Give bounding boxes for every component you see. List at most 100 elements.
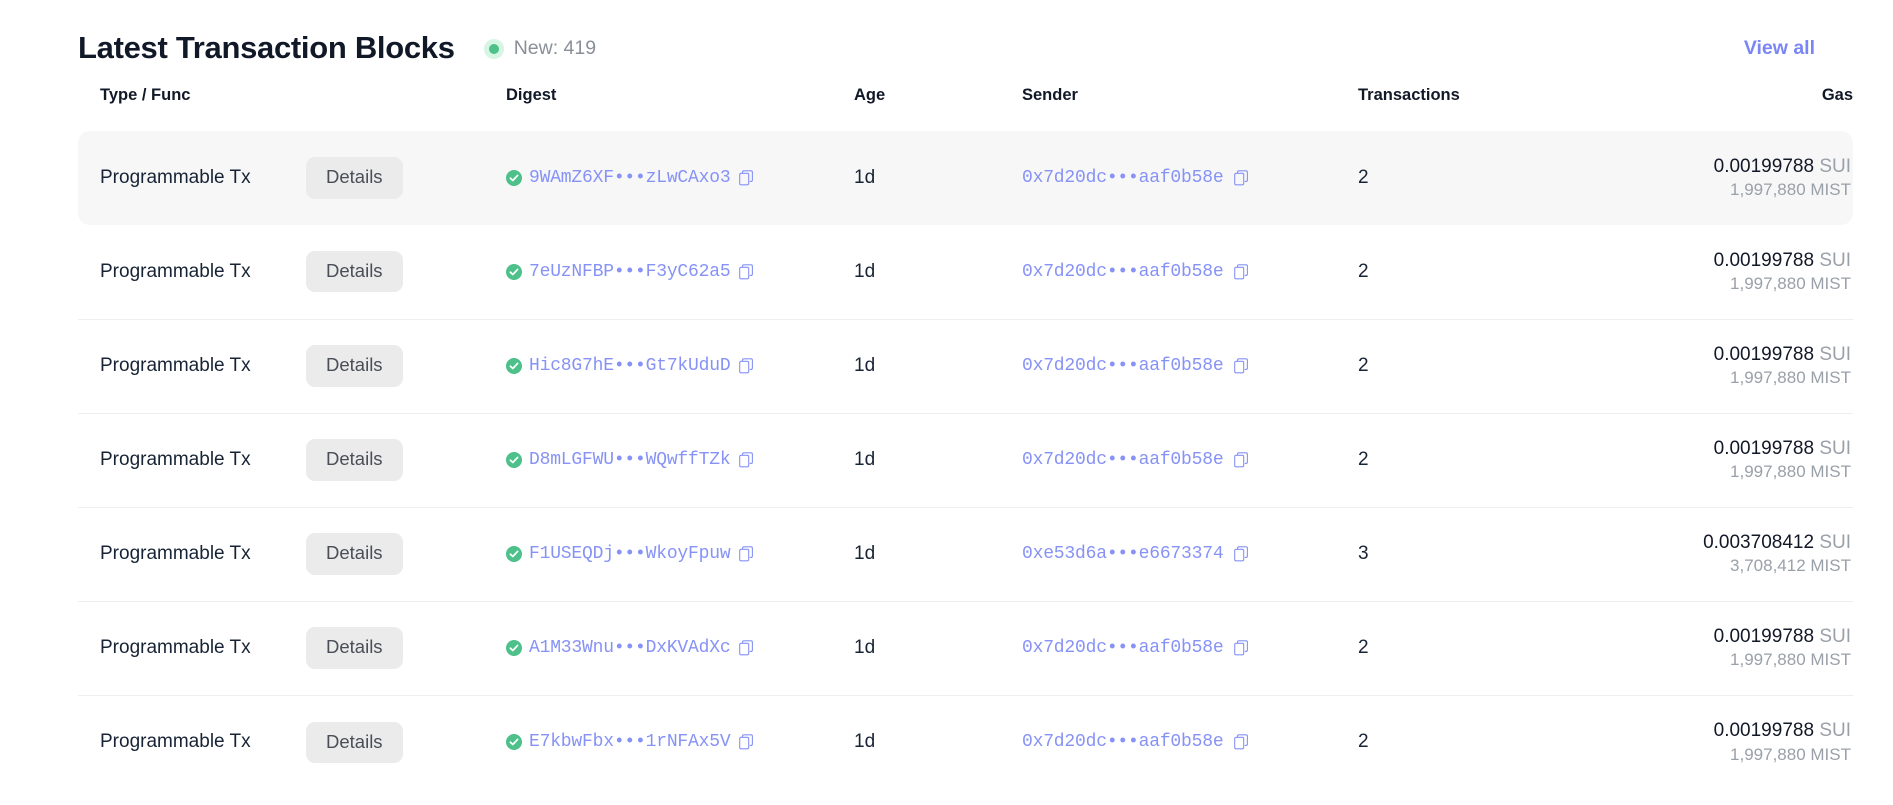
copy-icon[interactable] xyxy=(1232,264,1249,280)
cell-gas: 0.00199788 SUI 1,997,880 MIST xyxy=(1598,694,1853,789)
digest-link[interactable]: D8mLGFWU•••WQwffTZk xyxy=(529,450,731,470)
cell-gas: 0.00199788 SUI 1,997,880 MIST xyxy=(1598,131,1853,225)
details-button[interactable]: Details xyxy=(306,157,403,199)
age-label: 1d xyxy=(854,167,876,188)
details-button[interactable]: Details xyxy=(306,439,403,481)
details-button[interactable]: Details xyxy=(306,721,403,763)
transactions-count: 2 xyxy=(1358,355,1369,376)
transactions-count: 2 xyxy=(1358,731,1369,753)
cell-digest: 9WAmZ6XF•••zLwCAxo3 xyxy=(506,131,854,225)
cell-type: Programmable Tx Details xyxy=(78,412,506,507)
gas-mist-amount: 3,708,412 MIST xyxy=(1730,556,1851,576)
cell-age: 1d xyxy=(854,600,1022,695)
copy-icon[interactable] xyxy=(737,640,754,656)
copy-icon[interactable] xyxy=(1232,358,1249,374)
transaction-type-label: Programmable Tx xyxy=(100,543,251,564)
gas-amount: 0.00199788 xyxy=(1713,156,1815,178)
gas-amount: 0.00199788 xyxy=(1713,249,1815,271)
age-label: 1d xyxy=(854,731,876,753)
details-button[interactable]: Details xyxy=(306,251,403,293)
check-circle-icon xyxy=(506,452,522,468)
check-circle-icon xyxy=(506,640,522,656)
table-body: Programmable Tx Details 9WAmZ6XF•••zLwCAxo… xyxy=(78,131,1853,789)
cell-type: Programmable Tx Details xyxy=(78,318,506,413)
table-row[interactable]: Programmable Tx Details D8mLGFWU•••WQwffTZ… xyxy=(78,412,1853,507)
sender-address-link[interactable]: 0x7d20dc•••aaf0b58e xyxy=(1022,450,1224,470)
table-row[interactable]: Programmable Tx Details E7kbwFbx•••1rNFAx5… xyxy=(78,694,1853,789)
gas-mist-amount: 1,997,880 MIST xyxy=(1730,744,1851,764)
table-row[interactable]: Programmable Tx Details A1M33Wnu•••DxKVAdX… xyxy=(78,600,1853,695)
copy-icon[interactable] xyxy=(1232,170,1249,186)
transactions-count: 2 xyxy=(1358,637,1369,658)
cell-type: Programmable Tx Details xyxy=(78,131,506,225)
copy-icon[interactable] xyxy=(1232,734,1249,750)
age-label: 1d xyxy=(854,543,876,564)
cell-sender: 0xe53d6a•••e6673374 xyxy=(1022,506,1358,601)
table-row[interactable]: Programmable Tx Details Hic8G7hE•••Gt7kUdu… xyxy=(78,318,1853,413)
transaction-blocks-table: Type / Func Digest Age Sender Transactio… xyxy=(78,86,1853,789)
column-header-type: Type / Func xyxy=(100,86,191,104)
cell-age: 1d xyxy=(854,131,1022,225)
copy-icon[interactable] xyxy=(737,358,754,374)
copy-icon[interactable] xyxy=(737,546,754,562)
cell-transactions: 2 xyxy=(1358,600,1598,695)
digest-link[interactable]: Hic8G7hE•••Gt7kUduD xyxy=(529,356,731,376)
sender-address-link[interactable]: 0x7d20dc•••aaf0b58e xyxy=(1022,168,1224,188)
table-row[interactable]: Programmable Tx Details F1USEQDj•••WkoyFpu… xyxy=(78,506,1853,601)
transaction-type-label: Programmable Tx xyxy=(100,637,251,658)
cell-gas: 0.00199788 SUI 1,997,880 MIST xyxy=(1598,412,1853,507)
green-dot-icon xyxy=(483,38,504,59)
check-circle-icon xyxy=(506,358,522,374)
digest-link[interactable]: 7eUzNFBP•••F3yC62a5 xyxy=(529,262,731,282)
table-row[interactable]: Programmable Tx Details 9WAmZ6XF•••zLwCAxo… xyxy=(78,131,1853,225)
cell-sender: 0x7d20dc•••aaf0b58e xyxy=(1022,600,1358,695)
view-all-link[interactable]: View all xyxy=(1744,38,1815,59)
cell-transactions: 2 xyxy=(1358,694,1598,789)
cell-transactions: 2 xyxy=(1358,225,1598,319)
copy-icon[interactable] xyxy=(1232,640,1249,656)
copy-icon[interactable] xyxy=(1232,546,1249,562)
cell-sender: 0x7d20dc•••aaf0b58e xyxy=(1022,412,1358,507)
sender-address-link[interactable]: 0x7d20dc•••aaf0b58e xyxy=(1022,732,1224,752)
cell-digest: F1USEQDj•••WkoyFpuw xyxy=(506,506,854,601)
gas-mist-amount: 1,997,880 MIST xyxy=(1730,368,1851,388)
details-button[interactable]: Details xyxy=(306,627,403,669)
column-header-digest: Digest xyxy=(506,86,557,104)
check-circle-icon xyxy=(506,734,522,751)
table-header-row: Type / Func Digest Age Sender Transactio… xyxy=(78,86,1853,131)
check-circle-icon xyxy=(506,170,522,186)
sender-address-link[interactable]: 0x7d20dc•••aaf0b58e xyxy=(1022,356,1224,376)
copy-icon[interactable] xyxy=(737,452,754,468)
sender-address-link[interactable]: 0x7d20dc•••aaf0b58e xyxy=(1022,262,1224,282)
details-button[interactable]: Details xyxy=(306,345,403,387)
gas-mist-amount: 1,997,880 MIST xyxy=(1730,180,1851,200)
cell-digest: 7eUzNFBP•••F3yC62a5 xyxy=(506,225,854,319)
digest-link[interactable]: 9WAmZ6XF•••zLwCAxo3 xyxy=(529,168,731,188)
sender-address-link[interactable]: 0x7d20dc•••aaf0b58e xyxy=(1022,638,1224,658)
cell-digest: Hic8G7hE•••Gt7kUduD xyxy=(506,318,854,413)
copy-icon[interactable] xyxy=(737,264,754,280)
transaction-type-label: Programmable Tx xyxy=(100,260,251,282)
cell-type: Programmable Tx Details xyxy=(78,694,506,789)
copy-icon[interactable] xyxy=(737,170,754,186)
cell-type: Programmable Tx Details xyxy=(78,225,506,319)
transaction-type-label: Programmable Tx xyxy=(100,167,251,188)
copy-icon[interactable] xyxy=(1232,452,1249,468)
digest-link[interactable]: F1USEQDj•••WkoyFpuw xyxy=(529,544,731,564)
copy-icon[interactable] xyxy=(737,734,754,750)
gas-amount: 0.00199788 xyxy=(1713,720,1815,742)
cell-age: 1d xyxy=(854,225,1022,319)
digest-link[interactable]: A1M33Wnu•••DxKVAdXc xyxy=(529,638,731,658)
cell-gas: 0.00199788 SUI 1,997,880 MIST xyxy=(1598,600,1853,695)
gas-amount: 0.003708412 xyxy=(1703,532,1815,554)
table-row[interactable]: Programmable Tx Details 7eUzNFBP•••F3yC62a… xyxy=(78,225,1853,319)
transactions-count: 2 xyxy=(1358,167,1369,188)
column-header-sender: Sender xyxy=(1022,86,1078,104)
gas-unit: SUI xyxy=(1819,438,1851,460)
age-label: 1d xyxy=(854,637,876,658)
sender-address-link[interactable]: 0xe53d6a•••e6673374 xyxy=(1022,544,1224,564)
digest-link[interactable]: E7kbwFbx•••1rNFAx5V xyxy=(529,732,731,752)
details-button[interactable]: Details xyxy=(306,533,403,575)
column-header-gas: Gas xyxy=(1821,86,1853,104)
gas-mist-amount: 1,997,880 MIST xyxy=(1730,462,1851,482)
